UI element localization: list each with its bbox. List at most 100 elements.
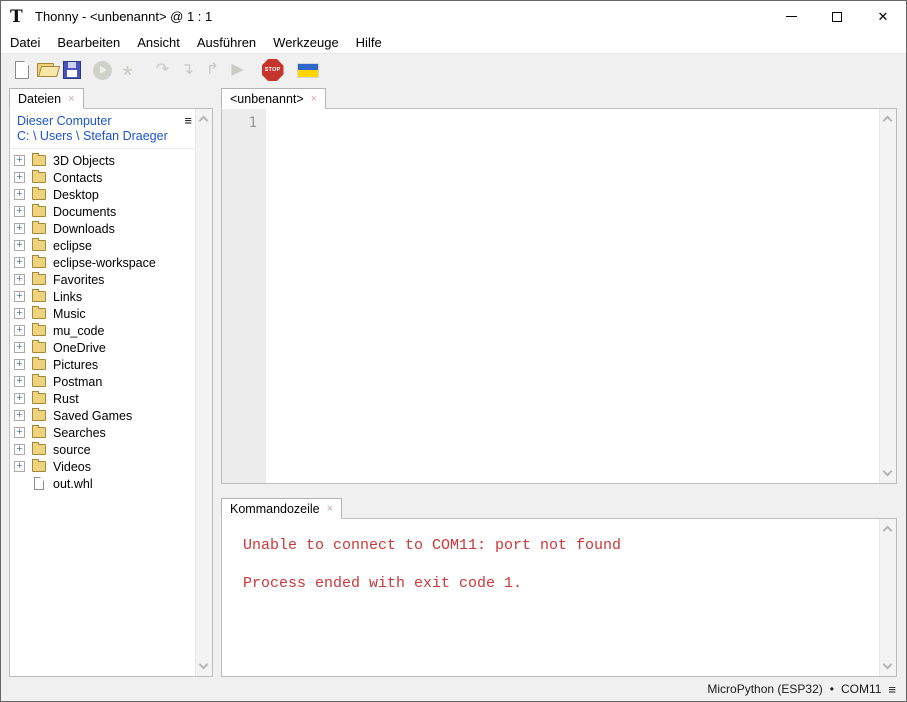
tree-item-desktop[interactable]: +Desktop xyxy=(10,186,195,203)
tab-kommandozeile[interactable]: Kommandozeile × xyxy=(221,498,342,519)
tree-item-documents[interactable]: + Documents xyxy=(10,203,195,220)
save-button[interactable] xyxy=(59,57,84,83)
support-ukraine-button[interactable] xyxy=(295,57,320,83)
menu-werkzeuge[interactable]: Werkzeuge xyxy=(266,33,346,52)
tree-item-mu-code[interactable]: +mu_code xyxy=(10,322,195,339)
menu-bearbeiten[interactable]: Bearbeiten xyxy=(50,33,127,52)
scroll-up-icon[interactable] xyxy=(883,526,893,536)
tree-item-postman[interactable]: +Postman xyxy=(10,373,195,390)
expand-icon[interactable]: + xyxy=(14,393,25,404)
open-file-button[interactable] xyxy=(34,57,59,83)
editor-tab-row: <unbenannt> × xyxy=(221,86,897,108)
expand-icon[interactable]: + xyxy=(14,155,25,166)
current-path-link[interactable]: C: \ Users \ Stefan Draeger xyxy=(17,129,177,144)
tree-item-label: Documents xyxy=(53,205,116,219)
line-number-gutter: 1 xyxy=(222,109,266,483)
maximize-button[interactable] xyxy=(814,1,860,32)
expand-icon[interactable]: + xyxy=(14,223,25,234)
expand-icon[interactable]: + xyxy=(14,427,25,438)
expand-icon[interactable]: + xyxy=(14,172,25,183)
code-editor-area[interactable] xyxy=(266,109,879,483)
folder-icon xyxy=(32,393,46,404)
interpreter-label[interactable]: MicroPython (ESP32) xyxy=(707,682,822,696)
step-over-button-disabled: ↷ xyxy=(150,57,175,83)
tab-dateien[interactable]: Dateien × xyxy=(9,88,84,109)
expand-icon[interactable]: + xyxy=(14,359,25,370)
menu-ansicht[interactable]: Ansicht xyxy=(130,33,187,52)
tree-item-contacts[interactable]: +Contacts xyxy=(10,169,195,186)
status-separator: • xyxy=(830,682,834,696)
step-into-button-disabled: ↴ xyxy=(175,57,200,83)
shell-output[interactable]: Unable to connect to COM11: port not fou… xyxy=(222,519,879,676)
toolbar: * ↷ ↴ ↱ ▶ STOP xyxy=(1,53,906,86)
expand-icon[interactable]: + xyxy=(14,240,25,251)
tree-item-onedrive[interactable]: +OneDrive xyxy=(10,339,195,356)
files-tab-row: Dateien × xyxy=(9,86,213,108)
tree-item-downloads[interactable]: + Downloads xyxy=(10,220,195,237)
scroll-down-icon[interactable] xyxy=(883,467,893,477)
tree-item-eclipse-workspace[interactable]: +eclipse-workspace xyxy=(10,254,195,271)
tree-item-rust[interactable]: +Rust xyxy=(10,390,195,407)
tree-item-3d-objects[interactable]: +3D Objects xyxy=(10,152,195,169)
port-label[interactable]: COM11 xyxy=(841,682,881,696)
scroll-up-icon[interactable] xyxy=(883,116,893,126)
step-out-button-disabled: ↱ xyxy=(200,57,225,83)
step-out-icon: ↱ xyxy=(206,62,219,78)
close-button[interactable]: ✕ xyxy=(860,1,906,32)
expand-icon[interactable]: + xyxy=(14,257,25,268)
files-menu-icon[interactable]: ≡ xyxy=(184,113,192,128)
tree-item-eclipse[interactable]: +eclipse xyxy=(10,237,195,254)
expand-icon[interactable]: + xyxy=(14,461,25,472)
tree-item-label: Saved Games xyxy=(53,409,132,423)
stop-restart-button[interactable]: STOP xyxy=(260,57,285,83)
ukraine-flag-icon xyxy=(297,63,319,78)
tree-item-label: Downloads xyxy=(53,222,115,236)
expand-icon[interactable]: + xyxy=(14,376,25,387)
tree-item-pictures[interactable]: +Pictures xyxy=(10,356,195,373)
tree-item-links[interactable]: +Links xyxy=(10,288,195,305)
menu-datei[interactable]: Datei xyxy=(3,33,47,52)
expand-icon[interactable]: + xyxy=(14,308,25,319)
expand-icon[interactable]: + xyxy=(14,206,25,217)
editor-scrollbar[interactable] xyxy=(879,109,896,483)
thonny-logo-icon: T xyxy=(10,8,28,26)
scroll-down-icon[interactable] xyxy=(883,660,893,670)
tab-unbenannt[interactable]: <unbenannt> × xyxy=(221,88,326,109)
expand-icon[interactable]: + xyxy=(14,291,25,302)
tab-unbenannt-close-icon[interactable]: × xyxy=(311,94,317,105)
tree-item-label: Searches xyxy=(53,426,106,440)
tree-item-out-whl[interactable]: out.whl xyxy=(10,475,195,492)
shell-scrollbar[interactable] xyxy=(879,519,896,676)
tab-dateien-close-icon[interactable]: × xyxy=(68,94,74,105)
expand-icon[interactable]: + xyxy=(14,274,25,285)
expand-icon[interactable]: + xyxy=(14,342,25,353)
expand-icon[interactable]: + xyxy=(14,325,25,336)
tree-item-saved-games[interactable]: + Saved Games xyxy=(10,407,195,424)
tree-item-videos[interactable]: +Videos xyxy=(10,458,195,475)
maximize-icon xyxy=(832,12,842,22)
run-icon xyxy=(93,61,112,80)
menu-hilfe[interactable]: Hilfe xyxy=(349,33,389,52)
tree-item-label: source xyxy=(53,443,91,457)
expand-icon[interactable]: + xyxy=(14,189,25,200)
tree-item-music[interactable]: +Music xyxy=(10,305,195,322)
tree-item-searches[interactable]: + Searches xyxy=(10,424,195,441)
expand-icon[interactable]: + xyxy=(14,410,25,421)
minimize-button[interactable] xyxy=(768,1,814,32)
scroll-up-icon[interactable] xyxy=(199,116,209,126)
tree-item-source[interactable]: + source xyxy=(10,441,195,458)
new-file-button[interactable] xyxy=(9,57,34,83)
tab-kommandozeile-close-icon[interactable]: × xyxy=(327,504,333,515)
editor-body: 1 xyxy=(221,108,897,484)
files-scrollbar[interactable] xyxy=(195,109,212,676)
title-bar: T Thonny - <unbenannt> @ 1 : 1 ✕ xyxy=(1,1,906,32)
this-computer-link[interactable]: Dieser Computer xyxy=(17,114,177,129)
expand-icon[interactable]: + xyxy=(14,444,25,455)
status-menu-icon[interactable]: ≡ xyxy=(888,682,896,697)
scroll-down-icon[interactable] xyxy=(199,660,209,670)
shell-exit-line: Process ended with exit code 1. xyxy=(243,575,879,593)
menu-ausfuehren[interactable]: Ausführen xyxy=(190,33,263,52)
tree-item-favorites[interactable]: +Favorites xyxy=(10,271,195,288)
folder-icon xyxy=(32,359,46,370)
line-number: 1 xyxy=(249,115,257,131)
